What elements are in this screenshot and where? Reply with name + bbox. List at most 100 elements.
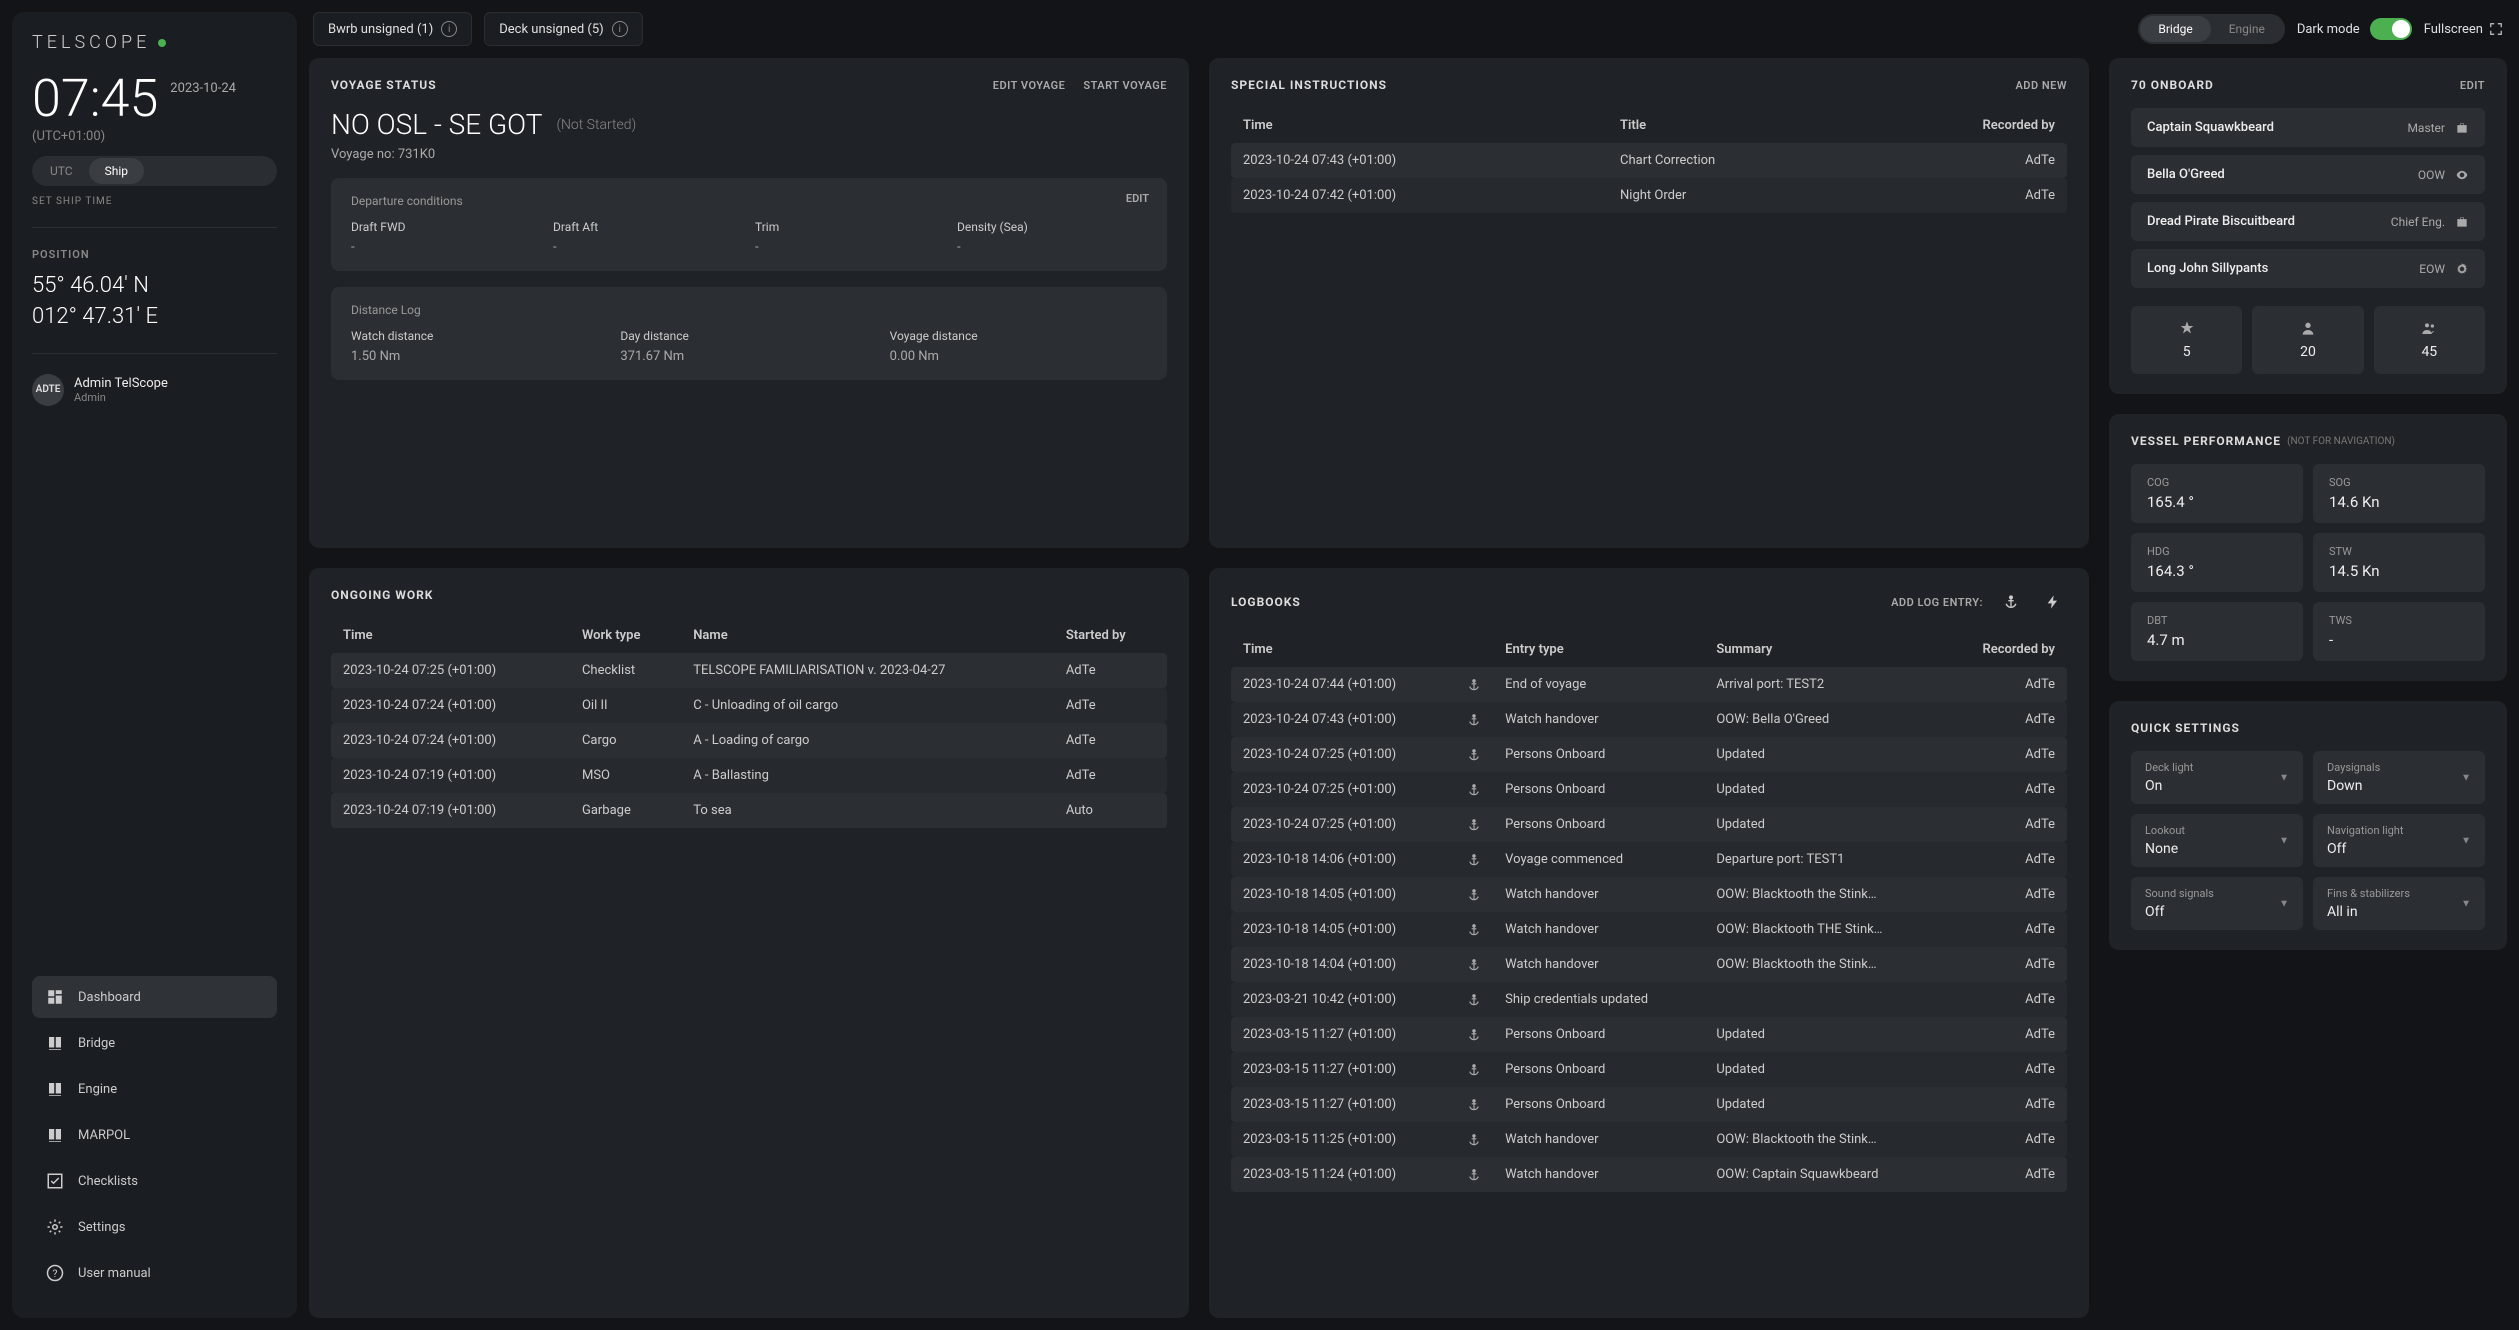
nav-manual[interactable]: ? User manual: [32, 1252, 277, 1294]
crew-name: Dread Pirate Biscuitbeard: [2147, 214, 2391, 229]
quick-setting-select[interactable]: Sound signals Off ▼: [2131, 877, 2303, 930]
anchor-icon: [1467, 678, 1481, 692]
perf-value: 14.6 Kn: [2329, 493, 2469, 511]
nav-dashboard[interactable]: Dashboard: [32, 976, 277, 1018]
onboard-edit-button[interactable]: EDIT: [2460, 79, 2485, 92]
nav: Dashboard Bridge Engine MARPOL Checklist…: [32, 976, 277, 1298]
fullscreen-button[interactable]: Fullscreen: [2424, 22, 2503, 37]
cell-icon: [1455, 842, 1493, 877]
user-name: Admin TelScope: [74, 376, 168, 391]
stat-value: 45: [2388, 344, 2471, 360]
perf-label: DBT: [2147, 614, 2287, 627]
crew-item[interactable]: Captain Squawkbeard Master: [2131, 108, 2485, 147]
table-row[interactable]: 2023-03-15 11:25 (+01:00) Watch handover…: [1231, 1122, 2067, 1157]
table-row[interactable]: 2023-10-18 14:05 (+01:00) Watch handover…: [1231, 877, 2067, 912]
tz-ship-button[interactable]: Ship: [89, 158, 144, 184]
book-icon: [46, 1080, 64, 1098]
table-row[interactable]: 2023-10-24 07:43 (+01:00) Watch handover…: [1231, 702, 2067, 737]
cell-started-by: AdTe: [1054, 653, 1167, 688]
logbooks-header: LOGBOOKS: [1231, 595, 1301, 609]
logbooks-table: Time Entry type Summary Recorded by 2023…: [1231, 632, 2067, 1192]
table-row[interactable]: 2023-03-21 10:42 (+01:00) Ship credentia…: [1231, 982, 2067, 1017]
avatar: ADTE: [32, 374, 64, 406]
cell-summary: OOW: Blacktooth the Stink…: [1704, 947, 1945, 982]
nav-marpol[interactable]: MARPOL: [32, 1114, 277, 1156]
user-row[interactable]: ADTE Admin TelScope Admin: [32, 374, 277, 406]
crew-item[interactable]: Dread Pirate Biscuitbeard Chief Eng.: [2131, 202, 2485, 241]
table-row[interactable]: 2023-03-15 11:27 (+01:00) Persons Onboar…: [1231, 1017, 2067, 1052]
stat-box[interactable]: 5: [2131, 306, 2242, 374]
topbar: Bwrb unsigned (1) i Deck unsigned (5) i …: [309, 12, 2507, 46]
bwrb-unsigned-chip[interactable]: Bwrb unsigned (1) i: [313, 12, 472, 46]
view-bridge-button[interactable]: Bridge: [2140, 16, 2210, 42]
ongoing-header: ONGOING WORK: [331, 588, 433, 602]
table-row[interactable]: 2023-03-15 11:27 (+01:00) Persons Onboar…: [1231, 1052, 2067, 1087]
add-anchor-log-button[interactable]: [1997, 588, 2025, 616]
table-row[interactable]: 2023-10-24 07:25 (+01:00) Checklist TELS…: [331, 653, 1167, 688]
dep-cond-edit-button[interactable]: EDIT: [1126, 192, 1149, 205]
quick-setting-select[interactable]: Deck light On ▼: [2131, 751, 2303, 804]
nav-bridge[interactable]: Bridge: [32, 1022, 277, 1064]
cell-name: TELSCOPE FAMILIARISATION v. 2023-04-27: [681, 653, 1054, 688]
dark-mode-switch[interactable]: [2370, 18, 2412, 40]
cell-time: 2023-10-24 07:42 (+01:00): [1231, 178, 1608, 213]
cell-entry-type: Persons Onboard: [1493, 1052, 1704, 1087]
cell-summary: Updated: [1704, 1017, 1945, 1052]
cell-entry-type: End of voyage: [1493, 667, 1704, 702]
table-row[interactable]: 2023-10-18 14:05 (+01:00) Watch handover…: [1231, 912, 2067, 947]
quick-setting-select[interactable]: Daysignals Down ▼: [2313, 751, 2485, 804]
quick-setting-select[interactable]: Navigation light Off ▼: [2313, 814, 2485, 867]
perf-value: 164.3 °: [2147, 562, 2287, 580]
crew-item[interactable]: Long John Sillypants EOW: [2131, 249, 2485, 288]
timezone-toggle: UTC Ship: [32, 156, 277, 186]
edit-voyage-button[interactable]: EDIT VOYAGE: [993, 79, 1066, 92]
quick-setting-select[interactable]: Fins & stabilizers All in ▼: [2313, 877, 2485, 930]
stat-box[interactable]: 20: [2252, 306, 2363, 374]
table-row[interactable]: 2023-10-24 07:25 (+01:00) Persons Onboar…: [1231, 737, 2067, 772]
table-row[interactable]: 2023-10-18 14:04 (+01:00) Watch handover…: [1231, 947, 2067, 982]
cell-time: 2023-10-18 14:06 (+01:00): [1231, 842, 1455, 877]
cell-icon: [1455, 947, 1493, 982]
table-row[interactable]: 2023-10-24 07:19 (+01:00) MSO A - Ballas…: [331, 758, 1167, 793]
table-row[interactable]: 2023-10-24 07:19 (+01:00) Garbage To sea…: [331, 793, 1167, 828]
table-row[interactable]: 2023-03-15 11:27 (+01:00) Persons Onboar…: [1231, 1087, 2067, 1122]
nav-engine-label: Engine: [78, 1082, 117, 1097]
tz-utc-button[interactable]: UTC: [34, 158, 89, 184]
table-row[interactable]: 2023-10-24 07:43 (+01:00) Chart Correcti…: [1231, 143, 2067, 178]
clock-time: 07:45: [32, 73, 158, 125]
perf-box: DBT 4.7 m: [2131, 602, 2303, 661]
briefcase-icon: [2455, 215, 2469, 229]
position-lat: 55° 46.04' N: [32, 271, 277, 302]
table-row[interactable]: 2023-10-18 14:06 (+01:00) Voyage commenc…: [1231, 842, 2067, 877]
table-row[interactable]: 2023-10-24 07:25 (+01:00) Persons Onboar…: [1231, 807, 2067, 842]
nav-settings[interactable]: Settings: [32, 1206, 277, 1248]
col-worktype: Work type: [570, 618, 681, 653]
crew-item[interactable]: Bella O'Greed OOW: [2131, 155, 2485, 194]
table-row[interactable]: 2023-10-24 07:25 (+01:00) Persons Onboar…: [1231, 772, 2067, 807]
perf-box: STW 14.5 Kn: [2313, 533, 2485, 592]
table-row[interactable]: 2023-10-24 07:24 (+01:00) Oil II C - Unl…: [331, 688, 1167, 723]
table-row[interactable]: 2023-10-24 07:24 (+01:00) Cargo A - Load…: [331, 723, 1167, 758]
cell-time: 2023-10-24 07:25 (+01:00): [331, 653, 570, 688]
special-instructions-panel: SPECIAL INSTRUCTIONS ADD NEW Time Title …: [1209, 58, 2089, 548]
cell-icon: [1455, 772, 1493, 807]
cell-icon: [1455, 667, 1493, 702]
add-quick-log-button[interactable]: [2039, 588, 2067, 616]
set-ship-time-button[interactable]: SET SHIP TIME: [32, 196, 277, 207]
stat-box[interactable]: 45: [2374, 306, 2485, 374]
view-engine-button[interactable]: Engine: [2211, 16, 2283, 42]
nav-engine[interactable]: Engine: [32, 1068, 277, 1110]
day-dist-value: 371.67 Nm: [620, 349, 877, 364]
table-row[interactable]: 2023-03-15 11:24 (+01:00) Watch handover…: [1231, 1157, 2067, 1192]
cell-recorded-by: AdTe: [1945, 772, 2067, 807]
add-new-button[interactable]: ADD NEW: [2015, 79, 2067, 92]
nav-checklists[interactable]: Checklists: [32, 1160, 277, 1202]
deck-unsigned-chip[interactable]: Deck unsigned (5) i: [484, 12, 642, 46]
quick-setting-select[interactable]: Lookout None ▼: [2131, 814, 2303, 867]
table-row[interactable]: 2023-10-24 07:44 (+01:00) End of voyage …: [1231, 667, 2067, 702]
cell-recorded-by: AdTe: [1945, 1157, 2067, 1192]
start-voyage-button[interactable]: START VOYAGE: [1083, 79, 1167, 92]
table-row[interactable]: 2023-10-24 07:42 (+01:00) Night Order Ad…: [1231, 178, 2067, 213]
cell-recorded-by: AdTe: [1945, 1017, 2067, 1052]
perf-box: SOG 14.6 Kn: [2313, 464, 2485, 523]
